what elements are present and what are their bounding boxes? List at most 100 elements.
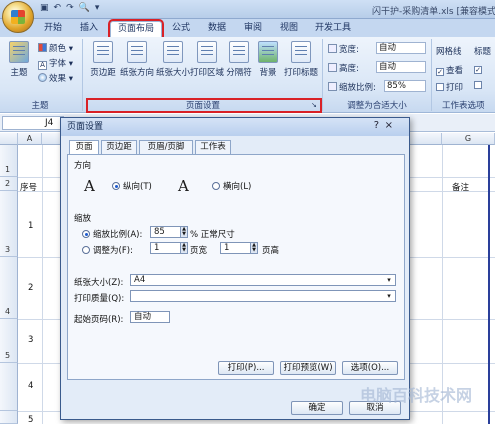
first-page-number-input[interactable]: 自动 [130, 311, 170, 323]
tab-margins[interactable]: 页边距 [101, 140, 137, 154]
office-button[interactable] [2, 1, 34, 33]
scale-percent-input[interactable]: 85 [150, 226, 182, 238]
gridlines-print-checkbox[interactable]: 打印 [436, 81, 463, 93]
effects-icon [38, 73, 47, 82]
serial-cell-3[interactable]: 3 [28, 335, 33, 345]
tab-developer[interactable]: 开发工具 [310, 21, 356, 37]
tab-header-footer[interactable]: 页眉/页脚 [139, 140, 193, 154]
office-logo-icon [11, 10, 25, 24]
serial-header-cell[interactable]: 序号 [20, 181, 37, 193]
orientation-section-label: 方向 [74, 161, 92, 171]
radio-selected-icon [82, 230, 90, 238]
fit-wide-input[interactable]: 1 [150, 242, 182, 254]
scale-input[interactable]: 85% [384, 80, 426, 92]
undo-icon[interactable]: ↶ [54, 3, 62, 13]
height-label: 高度: [328, 62, 359, 74]
portrait-radio[interactable]: 纵向(T) [112, 180, 152, 192]
landscape-page-icon: A [178, 177, 189, 195]
breaks-button[interactable]: 分隔符 [222, 40, 256, 84]
redo-icon[interactable]: ↷ [66, 3, 74, 13]
quick-access-toolbar: ▣ ↶ ↷ 🔍 ▾ [40, 3, 99, 13]
fit-tall-input[interactable]: 1 [220, 242, 252, 254]
scaling-section-label: 缩放 [74, 214, 92, 224]
qat-dropdown-icon[interactable]: ▾ [95, 3, 100, 13]
orientation-button[interactable]: 纸张方向 [118, 40, 156, 84]
headings-view-checkbox[interactable]: ✓ [474, 64, 484, 74]
name-box[interactable]: J4 [2, 116, 64, 130]
fit-to-radio[interactable]: 调整为(F): [82, 244, 133, 256]
note-header-cell[interactable]: 备注 [452, 181, 469, 193]
gridlines-view-checkbox[interactable]: ✓ 查看 [436, 64, 463, 76]
row-header-7[interactable] [0, 411, 18, 424]
paper-size-select[interactable]: A4 [130, 274, 396, 286]
paper-size-icon [163, 41, 183, 63]
theme-colors-button[interactable]: 颜色 ▾ [38, 42, 73, 54]
fit-tall-spinner-icon[interactable]: ▲ ▼ [250, 242, 258, 254]
theme-fonts-button[interactable]: A 字体 ▾ [38, 57, 73, 70]
close-icon[interactable]: × [385, 120, 393, 131]
print-area-icon [197, 41, 217, 63]
height-select[interactable]: 自动 [376, 61, 426, 73]
radio-selected-icon [112, 182, 120, 190]
tab-home[interactable]: 开始 [38, 21, 68, 37]
theme-effects-button[interactable]: 效果 ▾ [38, 72, 73, 84]
row-header-6[interactable] [0, 363, 18, 411]
check-icon: ✓ [436, 68, 444, 76]
group-separator [322, 39, 323, 111]
row-header-5[interactable]: 5 [0, 319, 18, 363]
width-select[interactable]: 自动 [376, 42, 426, 54]
serial-cell-2[interactable]: 2 [28, 283, 33, 293]
background-button[interactable]: 背景 [254, 40, 282, 84]
chevron-down-icon[interactable]: ▾ [384, 275, 394, 285]
print-titles-button[interactable]: 打印标题 [282, 40, 320, 84]
serial-cell-5[interactable]: 5 [28, 415, 33, 424]
scale-spinner-icon[interactable]: ▲ ▼ [180, 226, 188, 238]
row-header-4[interactable]: 4 [0, 257, 18, 319]
fit-wide-spinner-icon[interactable]: ▲ ▼ [180, 242, 188, 254]
help-icon[interactable]: ? [374, 120, 379, 131]
serial-cell-1[interactable]: 1 [28, 221, 33, 231]
tab-data[interactable]: 数据 [204, 21, 230, 37]
options-button[interactable]: 选项(O)... [342, 361, 398, 375]
colors-icon [38, 43, 47, 52]
tab-sheet[interactable]: 工作表 [195, 140, 231, 154]
margins-button[interactable]: 页边距 [86, 40, 120, 84]
scale-label: 缩放比例: [328, 81, 376, 93]
select-all-corner[interactable] [0, 133, 18, 145]
row-header-1[interactable]: 1 [0, 145, 18, 177]
tab-page[interactable]: 页面 [69, 140, 99, 155]
tab-page-layout[interactable]: 页面布局 [108, 19, 164, 39]
save-icon[interactable]: ▣ [40, 3, 49, 13]
ok-button[interactable]: 确定 [291, 401, 343, 415]
print-preview-icon[interactable]: 🔍 [79, 3, 90, 13]
chevron-down-icon[interactable]: ▾ [384, 291, 394, 301]
landscape-radio[interactable]: 横向(L) [212, 180, 251, 192]
print-preview-button[interactable]: 打印预览(W) [280, 361, 336, 375]
row-header-3[interactable]: 3 [0, 191, 18, 257]
print-quality-select[interactable] [130, 290, 396, 302]
page-tab-panel: 方向 A 纵向(T) A 横向(L) 缩放 缩放比例(A): 85 ▲ ▼ % 正… [67, 154, 405, 380]
width-icon [328, 44, 337, 53]
size-button[interactable]: 纸张大小 [154, 40, 192, 84]
tab-review[interactable]: 审阅 [240, 21, 266, 37]
headings-print-checkbox[interactable] [474, 81, 484, 91]
tab-formulas[interactable]: 公式 [168, 21, 194, 37]
serial-cell-4[interactable]: 4 [28, 381, 33, 391]
title-bar: ▣ ↶ ↷ 🔍 ▾ 闪干护-采购清单.xls [兼容模式] [0, 0, 495, 19]
print-button[interactable]: 打印(P)... [218, 361, 274, 375]
themes-icon [9, 41, 29, 63]
print-area-button[interactable]: 打印区域 [188, 40, 226, 84]
first-page-number-label: 起始页码(R): [74, 315, 124, 325]
tab-view[interactable]: 视图 [276, 21, 302, 37]
row-header-2[interactable]: 2 [0, 177, 18, 191]
column-header-a[interactable]: A [18, 133, 42, 145]
themes-group-label: 主题 [31, 101, 49, 111]
portrait-page-icon: A [84, 177, 95, 195]
width-label: 宽度: [328, 43, 359, 55]
adjust-to-radio[interactable]: 缩放比例(A): [82, 228, 142, 240]
margins-icon [93, 41, 113, 63]
themes-button[interactable]: 主题 [4, 40, 34, 84]
watermark: 电脑百科技术网 [360, 386, 473, 405]
tab-insert[interactable]: 插入 [76, 21, 102, 37]
column-header-g[interactable]: G [442, 133, 495, 145]
